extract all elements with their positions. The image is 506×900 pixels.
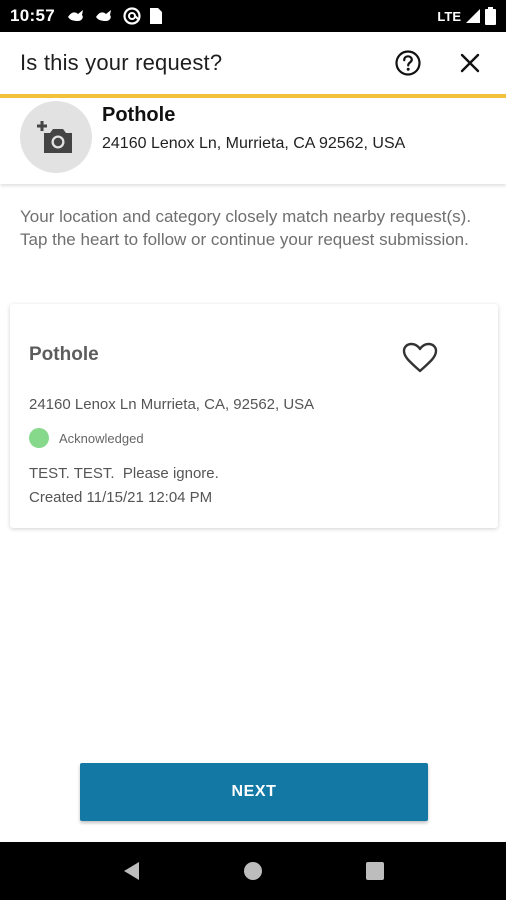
- selected-request-summary: Pothole 24160 Lenox Ln, Murrieta, CA 925…: [0, 98, 506, 184]
- help-circle-icon: [395, 50, 421, 76]
- add-photo-button[interactable]: [20, 101, 92, 173]
- sim-card-icon: [149, 7, 163, 25]
- page-title: Is this your request?: [20, 50, 223, 75]
- header-actions: [392, 47, 486, 79]
- status-dot: [29, 428, 49, 448]
- status-bar: 10:57 LTE: [0, 0, 506, 32]
- bird-icon: [95, 8, 115, 24]
- nav-back-button[interactable]: [111, 851, 151, 891]
- help-button[interactable]: [392, 47, 424, 79]
- card-category: Pothole: [29, 344, 99, 365]
- heart-outline-icon: [402, 342, 438, 373]
- card-description: TEST. TEST. Please ignore.: [29, 465, 219, 482]
- screen: 10:57 LTE Is this your request? Pothole …: [0, 0, 506, 900]
- system-icons: LTE: [437, 7, 496, 25]
- card-address: 24160 Lenox Ln Murrieta, CA, 92562, USA: [29, 396, 315, 413]
- network-label: LTE: [437, 8, 461, 24]
- notification-icons: [67, 7, 163, 25]
- request-address: 24160 Lenox Ln, Murrieta, CA 92562, USA: [102, 135, 406, 152]
- nav-home-button[interactable]: [233, 851, 273, 891]
- app-header: Is this your request?: [0, 32, 506, 98]
- status-badge: Acknowledged: [59, 430, 144, 446]
- match-message: Your location and category closely match…: [20, 207, 472, 249]
- home-circle-icon: [244, 862, 262, 880]
- status-row: Acknowledged: [29, 428, 144, 448]
- system-nav-bar: [0, 842, 506, 900]
- back-triangle-icon: [124, 862, 139, 880]
- battery-icon: [485, 7, 496, 25]
- close-icon: [460, 53, 480, 73]
- at-icon: [123, 7, 141, 25]
- request-category: Pothole: [102, 104, 176, 126]
- bird-icon: [67, 8, 87, 24]
- recents-square-icon: [366, 862, 384, 880]
- close-button[interactable]: [454, 47, 486, 79]
- follow-button[interactable]: [400, 338, 440, 378]
- status-time: 10:57: [10, 6, 55, 25]
- next-button[interactable]: NEXT: [80, 763, 428, 821]
- nav-recents-button[interactable]: [355, 851, 395, 891]
- signal-icon: [465, 8, 481, 24]
- card-created-date: Created 11/15/21 12:04 PM: [29, 489, 213, 506]
- summary-text: Pothole 24160 Lenox Ln, Murrieta, CA 925…: [102, 104, 405, 153]
- add-photo-icon: [37, 121, 72, 153]
- matching-request-card[interactable]: Pothole 24160 Lenox Ln Murrieta, CA, 925…: [10, 304, 498, 528]
